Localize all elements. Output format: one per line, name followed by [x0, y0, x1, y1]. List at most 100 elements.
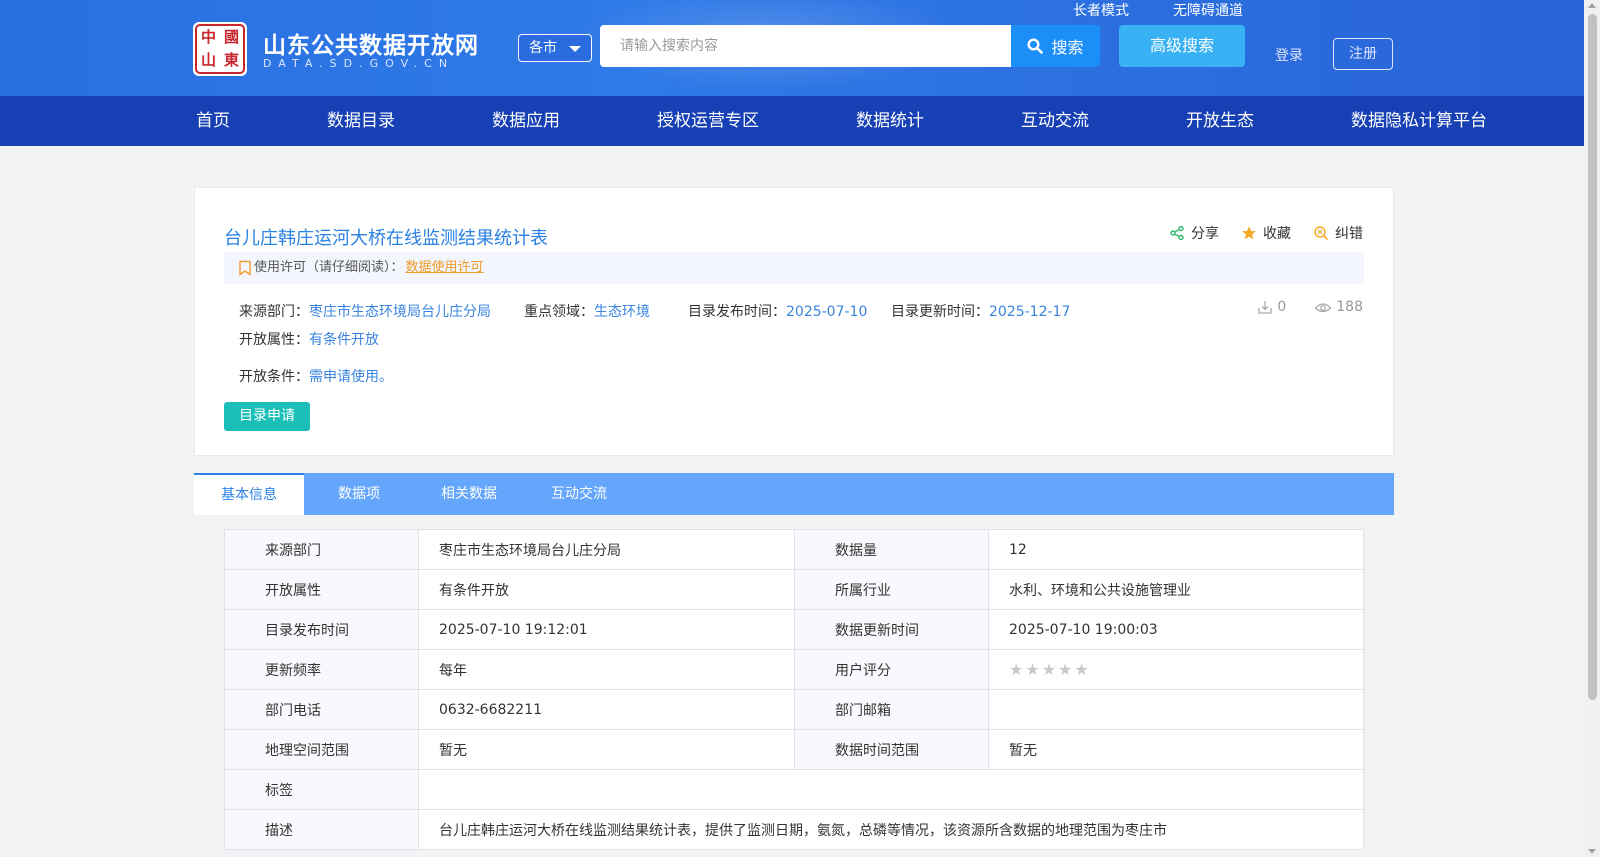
table-row: 地理空间范围 暂无 数据时间范围 暂无: [224, 729, 1364, 770]
star-icon[interactable]: ★: [1042, 660, 1058, 679]
row-value: 枣庄市生态环境局台儿庄分局: [418, 529, 795, 570]
nav-item-ecosystem[interactable]: 开放生态: [1186, 96, 1254, 146]
open-cond-label: 开放条件：: [239, 369, 309, 385]
row-key: 目录发布时间: [224, 609, 419, 650]
table-row: 描述 台儿庄韩庄运河大桥在线监测结果统计表，提供了监测日期，氨氮，总磷等情况，该…: [224, 809, 1364, 850]
elder-mode-link[interactable]: 长者模式: [1073, 0, 1129, 20]
advanced-search-button[interactable]: 高级搜索: [1119, 25, 1245, 67]
nav-item-authorized-ops[interactable]: 授权运营专区: [657, 96, 759, 146]
tags-value: [418, 769, 1364, 810]
dataset-stats: 0 188: [1257, 299, 1363, 315]
favorite-button[interactable]: 收藏: [1241, 223, 1291, 243]
view-count-value: 188: [1336, 299, 1363, 315]
tab-related-data[interactable]: 相关数据: [414, 473, 524, 515]
correct-button[interactable]: 纠错: [1313, 223, 1363, 243]
row-value: 暂无: [418, 729, 795, 770]
nav-item-privacy-computing[interactable]: 数据隐私计算平台: [1351, 96, 1487, 146]
search-icon: [1027, 38, 1044, 54]
update-time-label: 目录更新时间：: [891, 304, 989, 320]
search-button-label: 搜索: [1051, 38, 1084, 57]
key-field-meta: 重点领域：生态环境: [524, 301, 650, 321]
license-link[interactable]: 数据使用许可: [406, 252, 484, 284]
download-count: 0: [1257, 299, 1286, 315]
table-row: 部门电话 0632-6682211 部门邮箱: [224, 689, 1364, 730]
share-button[interactable]: 分享: [1169, 223, 1219, 243]
download-icon: [1258, 301, 1272, 314]
nav-item-apps[interactable]: 数据应用: [492, 96, 560, 146]
table-row: 更新频率 每年 用户评分 ★★★★★: [224, 649, 1364, 690]
row-key: 来源部门: [224, 529, 419, 570]
star-icon[interactable]: ★: [1074, 660, 1090, 679]
rating-stars[interactable]: ★★★★★: [1009, 660, 1091, 679]
row-key: 标签: [224, 769, 419, 810]
star-icon[interactable]: ★: [1009, 660, 1025, 679]
search-input[interactable]: [600, 25, 1011, 67]
city-select[interactable]: 各市: [518, 34, 592, 62]
user-rating[interactable]: ★★★★★: [988, 649, 1364, 690]
row-value: 2025-07-10 19:12:01: [418, 609, 795, 650]
nav-item-statistics[interactable]: 数据统计: [856, 96, 924, 146]
login-link[interactable]: 登录: [1275, 45, 1303, 65]
download-count-value: 0: [1277, 299, 1287, 315]
nav-item-home[interactable]: 首页: [196, 96, 230, 146]
site-title[interactable]: 山东公共数据开放网: [263, 26, 479, 60]
publish-time-label: 目录发布时间：: [688, 304, 786, 320]
row-value: 水利、环境和公共设施管理业: [988, 569, 1364, 610]
key-field-value[interactable]: 生态环境: [594, 304, 650, 320]
site-logo[interactable]: 中 國 山 東: [193, 22, 247, 76]
description-value: 台儿庄韩庄运河大桥在线监测结果统计表，提供了监测日期，氨氮，总磷等情况，该资源所…: [418, 809, 1364, 850]
city-select-label: 各市: [529, 40, 557, 56]
eye-icon: [1314, 303, 1332, 313]
row-key: 部门邮箱: [794, 689, 989, 730]
share-icon: [1170, 225, 1184, 241]
row-key: 开放属性: [224, 569, 419, 610]
seal-char: 中: [200, 28, 216, 46]
source-dept-value[interactable]: 枣庄市生态环境局台儿庄分局: [309, 304, 491, 320]
tab-data-items[interactable]: 数据项: [304, 473, 414, 515]
nav-item-catalog[interactable]: 数据目录: [327, 96, 395, 146]
error-report-icon: [1314, 226, 1328, 240]
row-key: 更新频率: [224, 649, 419, 690]
tab-basic-info[interactable]: 基本信息: [194, 473, 304, 515]
seal-char: 國: [223, 28, 239, 46]
dataset-card: 台儿庄韩庄运河大桥在线监测结果统计表 分享 收藏 纠错 使用许可（请仔细阅读）：…: [194, 187, 1394, 456]
open-attr-value: 有条件开放: [309, 332, 379, 348]
register-button[interactable]: 注册: [1333, 38, 1393, 70]
license-label: 使用许可（请仔细阅读）：: [254, 260, 404, 275]
row-key: 数据时间范围: [794, 729, 989, 770]
catalog-apply-button[interactable]: 目录申请: [224, 402, 310, 431]
row-value: 每年: [418, 649, 795, 690]
scroll-up-icon[interactable]: [1588, 3, 1596, 8]
source-dept-meta: 来源部门：枣庄市生态环境局台儿庄分局: [239, 301, 491, 321]
share-label: 分享: [1191, 226, 1219, 242]
star-icon[interactable]: ★: [1025, 660, 1041, 679]
row-key: 所属行业: [794, 569, 989, 610]
correct-label: 纠错: [1335, 226, 1363, 242]
star-icon: [1242, 226, 1256, 240]
basic-info-table: 来源部门 枣庄市生态环境局台儿庄分局 数据量 12 开放属性 有条件开放 所属行…: [224, 529, 1364, 850]
row-value: 0632-6682211: [418, 689, 795, 730]
publish-time-value: 2025-07-10: [786, 304, 868, 320]
table-row: 目录发布时间 2025-07-10 19:12:01 数据更新时间 2025-0…: [224, 609, 1364, 650]
seal-char: 山: [200, 51, 216, 69]
row-key: 部门电话: [224, 689, 419, 730]
page-scrollbar[interactable]: [1584, 0, 1600, 857]
update-time-meta: 目录更新时间：2025-12-17: [891, 301, 1070, 321]
table-row: 标签: [224, 769, 1364, 810]
view-count: 188: [1314, 299, 1363, 315]
detail-tabs: 基本信息 数据项 相关数据 互动交流: [194, 473, 1394, 515]
star-icon[interactable]: ★: [1058, 660, 1074, 679]
tab-interaction[interactable]: 互动交流: [524, 473, 634, 515]
main-nav: 首页 数据目录 数据应用 授权运营专区 数据统计 互动交流 开放生态 数据隐私计…: [0, 96, 1584, 146]
scrollbar-thumb[interactable]: [1588, 14, 1597, 700]
row-value: 12: [988, 529, 1364, 570]
nav-item-interaction[interactable]: 互动交流: [1021, 96, 1089, 146]
scroll-down-icon[interactable]: [1588, 849, 1596, 854]
row-value: 2025-07-10 19:00:03: [988, 609, 1364, 650]
table-row: 来源部门 枣庄市生态环境局台儿庄分局 数据量 12: [224, 529, 1364, 570]
search-button[interactable]: 搜索: [1011, 25, 1100, 67]
table-row: 开放属性 有条件开放 所属行业 水利、环境和公共设施管理业: [224, 569, 1364, 610]
row-value: [988, 689, 1364, 730]
accessibility-link[interactable]: 无障碍通道: [1173, 0, 1243, 20]
publish-time-meta: 目录发布时间：2025-07-10: [688, 301, 867, 321]
